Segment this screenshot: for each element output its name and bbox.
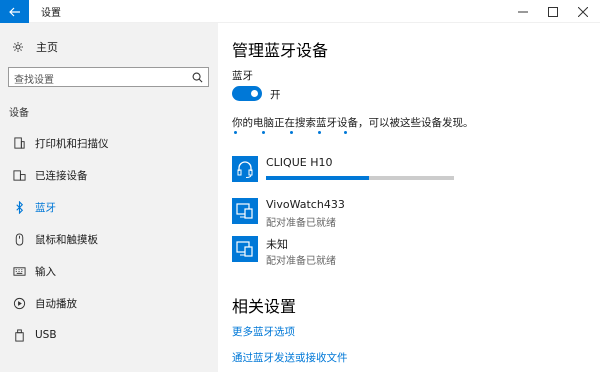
device-item[interactable]: CLIQUE H10	[232, 156, 492, 190]
related-settings-title: 相关设置	[232, 297, 297, 316]
autoplay-icon	[13, 297, 25, 309]
headset-icon	[237, 161, 253, 178]
sidebar-item-autoplay[interactable]: 自动播放	[0, 287, 218, 319]
maximize-button[interactable]	[538, 0, 568, 23]
sidebar: 主页 设备 打印机和扫描仪 已连接设备 蓝牙 鼠标和触摸板 输入 自动播放	[0, 23, 218, 372]
bluetooth-toggle[interactable]	[232, 86, 262, 101]
window-title: 设置	[41, 8, 61, 19]
device-status: 配对准备已就绪	[266, 218, 336, 229]
sidebar-home-label: 主页	[36, 41, 58, 54]
sidebar-item-label: 输入	[35, 265, 56, 278]
progress-dot	[262, 131, 265, 134]
device-name: VivoWatch433	[266, 198, 345, 211]
title-bar: 设置	[0, 0, 600, 23]
progress-dot	[344, 131, 347, 134]
more-bluetooth-options-link[interactable]: 更多蓝牙选项	[232, 324, 295, 339]
sidebar-item-printers[interactable]: 打印机和扫描仪	[0, 127, 218, 159]
sidebar-item-usb[interactable]: USB	[0, 319, 218, 351]
bluetooth-label: 蓝牙	[232, 70, 253, 82]
sidebar-item-label: USB	[35, 329, 57, 341]
mouse-icon	[15, 232, 23, 246]
usb-icon	[14, 328, 24, 342]
progress-dot	[290, 131, 293, 134]
back-arrow-icon	[8, 7, 20, 16]
close-button[interactable]	[568, 0, 598, 23]
section-label: 设备	[9, 108, 29, 119]
device-item[interactable]: 未知 配对准备已就绪	[232, 236, 492, 270]
search-icon[interactable]	[192, 72, 203, 83]
sidebar-item-mouse[interactable]: 鼠标和触摸板	[0, 223, 218, 255]
progress-dot	[318, 131, 321, 134]
sidebar-item-label: 蓝牙	[35, 201, 56, 214]
device-name: 未知	[266, 238, 288, 251]
gear-icon	[13, 42, 23, 52]
minimize-icon	[518, 11, 528, 12]
toggle-knob	[251, 90, 258, 97]
sidebar-home[interactable]: 主页	[12, 39, 58, 55]
sidebar-nav: 打印机和扫描仪 已连接设备 蓝牙 鼠标和触摸板 输入 自动播放 USB	[0, 127, 218, 351]
device-name: CLIQUE H10	[266, 156, 333, 169]
sidebar-item-label: 鼠标和触摸板	[35, 233, 98, 246]
printer-icon	[13, 136, 25, 149]
search-input[interactable]	[9, 71, 179, 90]
connected-devices-icon	[12, 169, 26, 181]
device-icon-box	[232, 156, 258, 182]
keyboard-icon	[12, 266, 26, 276]
sidebar-item-label: 打印机和扫描仪	[35, 137, 109, 150]
device-item[interactable]: VivoWatch433 配对准备已就绪	[232, 198, 492, 232]
device-icon-box	[232, 236, 258, 262]
minimize-button[interactable]	[508, 0, 538, 23]
page-title: 管理蓝牙设备	[232, 41, 329, 60]
device-icon	[236, 241, 253, 257]
sidebar-item-bluetooth[interactable]: 蓝牙	[0, 191, 218, 223]
device-icon	[236, 203, 253, 219]
close-icon	[578, 6, 588, 17]
device-icon-box	[232, 198, 258, 224]
toggle-state-label: 开	[270, 89, 281, 101]
sidebar-item-connected-devices[interactable]: 已连接设备	[0, 159, 218, 191]
back-button[interactable]	[0, 0, 29, 23]
main-content: 管理蓝牙设备 蓝牙 开 你的电脑正在搜索蓝牙设备，可以被这些设备发现。 CLIQ…	[232, 23, 592, 372]
maximize-icon	[548, 6, 558, 17]
searching-progress-dots	[232, 131, 352, 135]
sidebar-item-label: 已连接设备	[35, 169, 88, 182]
searching-status: 你的电脑正在搜索蓝牙设备，可以被这些设备发现。	[232, 117, 474, 129]
send-receive-files-link[interactable]: 通过蓝牙发送或接收文件	[232, 350, 348, 365]
connection-progress	[266, 176, 454, 180]
sidebar-item-label: 自动播放	[35, 297, 77, 310]
sidebar-item-typing[interactable]: 输入	[0, 255, 218, 287]
bluetooth-icon	[15, 200, 23, 214]
connection-progress-fill	[266, 176, 370, 180]
search-box	[8, 67, 209, 90]
progress-dot	[234, 131, 237, 134]
device-status: 配对准备已就绪	[266, 256, 336, 267]
